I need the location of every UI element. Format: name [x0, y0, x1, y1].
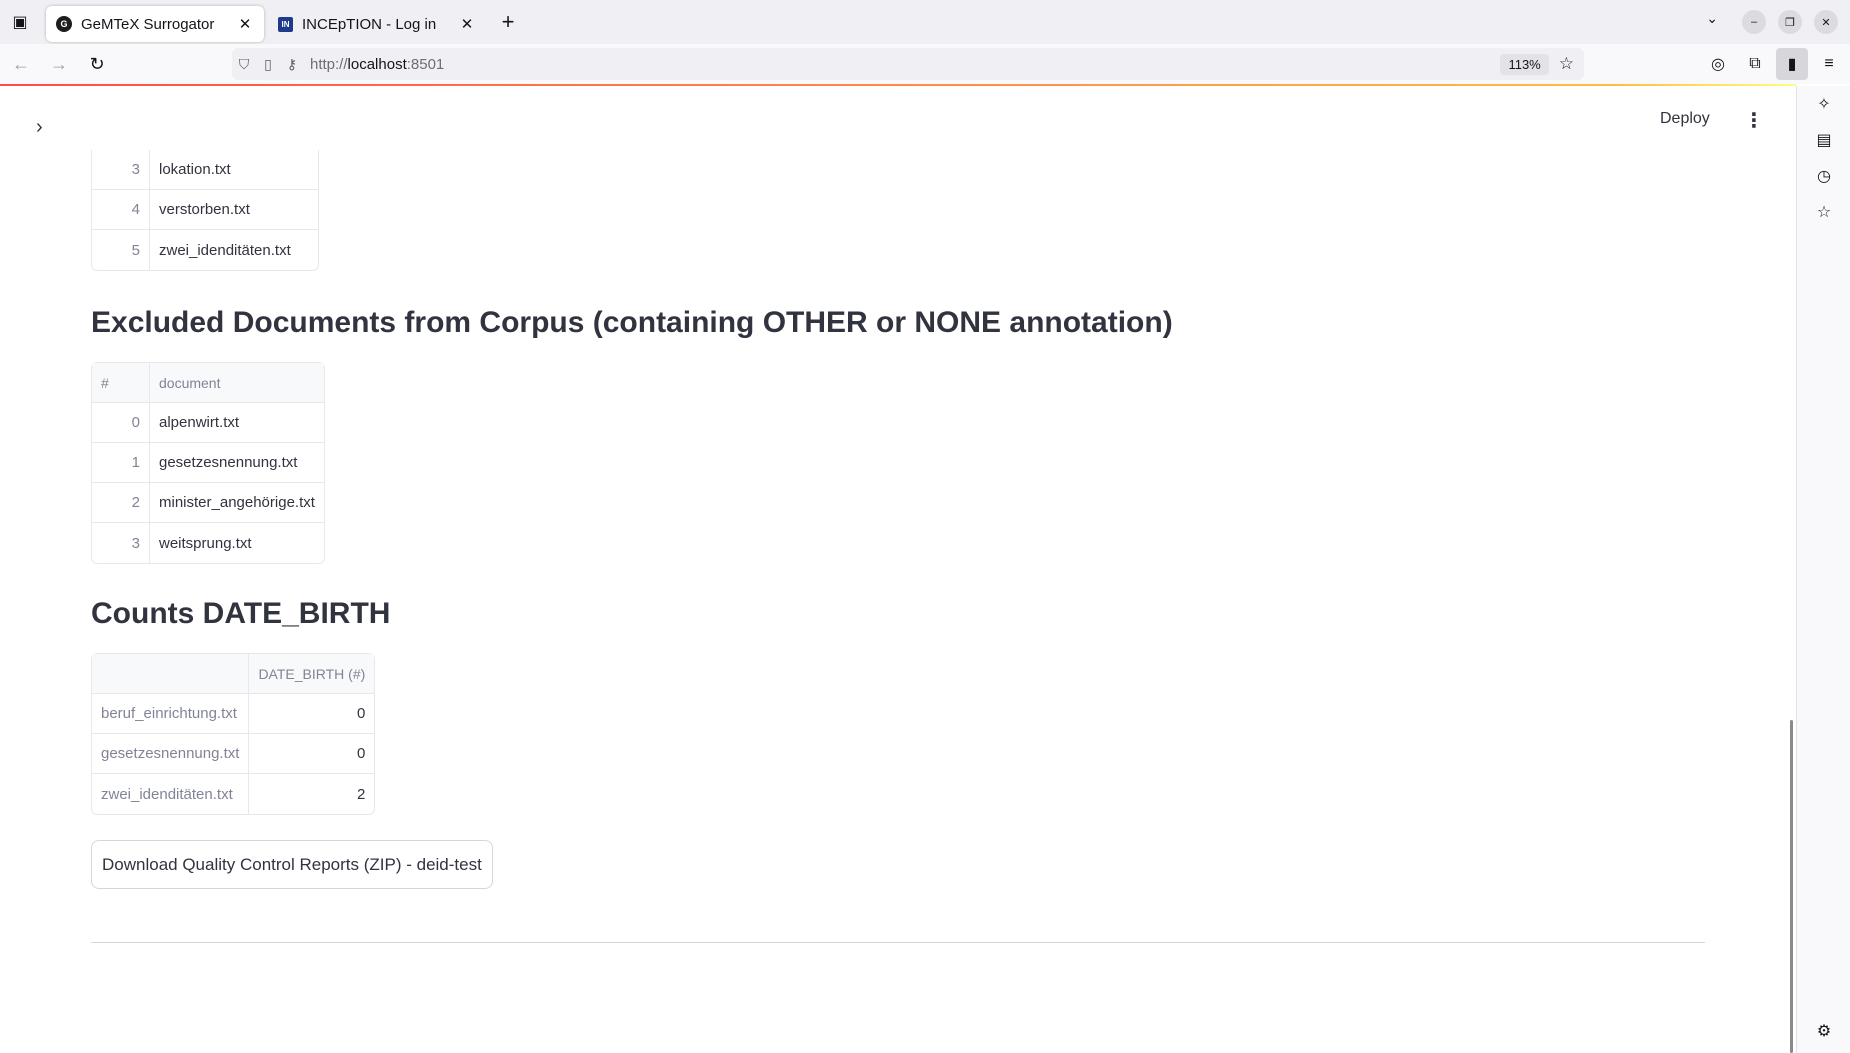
tab-title: GeMTeX Surrogator — [81, 15, 215, 33]
document-cell[interactable]: minister_angehörige.txt — [150, 483, 324, 523]
row-index: 4 — [92, 190, 150, 230]
excluded-documents-heading: Excluded Documents from Corpus (containi… — [91, 306, 1173, 339]
gemtex-favicon-icon: G — [56, 16, 72, 32]
restore-icon[interactable]: ❐ — [1778, 10, 1802, 34]
tab-inception-login[interactable]: IN INCEpTION - Log in ✕ — [268, 6, 486, 42]
row-name: beruf_einrichtung.txt — [92, 694, 250, 734]
row-index: 3 — [92, 523, 150, 563]
document-cell[interactable]: gesetzesnennung.txt — [150, 443, 324, 483]
browser-sidebar: ✧ ▤ ◷ ☆ ⚙ — [1796, 86, 1850, 1053]
row-name: zwei_idenditäten.txt — [92, 774, 250, 814]
close-window-icon[interactable]: ✕ — [1814, 10, 1838, 34]
counts-date-birth-heading: Counts DATE_BIRTH — [91, 597, 391, 630]
row-index: 3 — [92, 150, 150, 190]
chevron-down-icon[interactable]: ⌄ — [1706, 10, 1718, 27]
forward-arrow-icon[interactable]: → — [42, 48, 76, 80]
row-index: 0 — [92, 403, 150, 443]
table-header-row: # document — [92, 363, 324, 403]
table-row[interactable]: gesetzesnennung.txt 0 — [92, 734, 375, 774]
document-cell[interactable]: weitsprung.txt — [150, 523, 324, 563]
main-menu-kebab-icon[interactable]: ⋮ — [1744, 108, 1764, 133]
close-tab-icon[interactable]: ✕ — [458, 15, 476, 33]
download-qc-reports-button[interactable]: Download Quality Control Reports (ZIP) -… — [91, 840, 493, 889]
url-text[interactable]: http://localhost:8501 — [310, 56, 1500, 73]
count-cell[interactable]: 0 — [249, 734, 375, 774]
count-cell[interactable]: 0 — [249, 694, 375, 734]
address-bar[interactable]: ⛉ ▯ ⚷ http://localhost:8501 113% ☆ — [232, 48, 1584, 80]
table-row[interactable]: 5 zwei_idenditäten.txt — [92, 230, 318, 270]
key-icon[interactable]: ⚷ — [280, 56, 304, 73]
browser-tab-bar: ▣ G GeMTeX Surrogator ✕ IN INCEpTION - L… — [0, 0, 1850, 44]
page-icon[interactable]: ▯ — [256, 56, 280, 73]
table-header-row: DATE_BIRTH (#) — [92, 654, 375, 694]
table-row[interactable]: 3 weitsprung.txt — [92, 523, 324, 563]
tab-list-icon[interactable]: ▣ — [0, 0, 40, 44]
row-index: 1 — [92, 443, 150, 483]
minimize-icon[interactable]: – — [1742, 10, 1766, 34]
corpus-documents-table[interactable]: 3 lokation.txt 4 verstorben.txt 5 zwei_i… — [91, 150, 319, 271]
page-scrollbar[interactable] — [1790, 720, 1793, 1053]
deploy-button[interactable]: Deploy — [1660, 110, 1710, 128]
bookmark-star-icon[interactable]: ☆ — [1559, 54, 1574, 74]
save-icon[interactable]: ▤ — [1797, 122, 1850, 158]
tab-title: INCEpTION - Log in — [302, 15, 437, 33]
expand-sidebar-chevron-icon[interactable]: › — [36, 116, 43, 139]
document-cell[interactable]: lokation.txt — [150, 150, 318, 190]
document-column-header[interactable]: document — [150, 363, 324, 403]
document-cell[interactable]: alpenwirt.txt — [150, 403, 324, 443]
table-row[interactable]: 4 verstorben.txt — [92, 190, 318, 230]
extensions-icon[interactable]: ⧉ — [1739, 48, 1771, 80]
ai-sparkle-icon[interactable]: ✧ — [1797, 86, 1850, 122]
inception-favicon-icon: IN — [278, 16, 293, 32]
row-name: gesetzesnennung.txt — [92, 734, 250, 774]
bookmarks-star-icon[interactable]: ☆ — [1797, 194, 1850, 230]
row-index: 2 — [92, 483, 150, 523]
reload-icon[interactable]: ↻ — [80, 48, 114, 80]
date-birth-column-header[interactable]: DATE_BIRTH (#) — [249, 654, 375, 694]
account-icon[interactable]: ◎ — [1702, 48, 1734, 80]
settings-gear-icon[interactable]: ⚙ — [1797, 1013, 1850, 1049]
table-row[interactable]: zwei_idenditäten.txt 2 — [92, 774, 374, 814]
streamlit-app: › Deploy ⋮ 3 lokation.txt 4 verstorben.t… — [0, 86, 1796, 1053]
sidebar-toggle-icon[interactable]: ▮ — [1776, 48, 1808, 80]
divider — [91, 942, 1705, 943]
index-column-header[interactable]: # — [92, 363, 150, 403]
tab-gemtex-surrogator[interactable]: G GeMTeX Surrogator ✕ — [46, 6, 264, 42]
table-row[interactable]: 2 minister_angehörige.txt — [92, 483, 324, 523]
row-name-column-header[interactable] — [92, 654, 250, 694]
document-cell[interactable]: zwei_idenditäten.txt — [150, 230, 318, 270]
back-arrow-icon[interactable]: ← — [4, 48, 38, 80]
shield-icon[interactable]: ⛉ — [232, 56, 256, 73]
document-cell[interactable]: verstorben.txt — [150, 190, 318, 230]
row-index: 5 — [92, 230, 150, 270]
table-row[interactable]: 1 gesetzesnennung.txt — [92, 443, 324, 483]
menu-hamburger-icon[interactable]: ≡ — [1813, 48, 1845, 80]
count-cell[interactable]: 2 — [249, 774, 374, 814]
browser-nav-bar: ← → ↻ ⛉ ▯ ⚷ http://localhost:8501 113% ☆… — [0, 44, 1850, 84]
new-tab-icon[interactable]: + — [492, 6, 524, 38]
table-row[interactable]: beruf_einrichtung.txt 0 — [92, 694, 375, 734]
history-clock-icon[interactable]: ◷ — [1797, 158, 1850, 194]
table-row[interactable]: 0 alpenwirt.txt — [92, 403, 324, 443]
excluded-documents-table[interactable]: # document 0 alpenwirt.txt 1 gesetzesnen… — [91, 362, 325, 564]
table-row[interactable]: 3 lokation.txt — [92, 150, 318, 190]
zoom-level[interactable]: 113% — [1500, 53, 1549, 75]
date-birth-counts-table[interactable]: DATE_BIRTH (#) beruf_einrichtung.txt 0 g… — [91, 653, 376, 815]
close-tab-icon[interactable]: ✕ — [236, 15, 254, 33]
